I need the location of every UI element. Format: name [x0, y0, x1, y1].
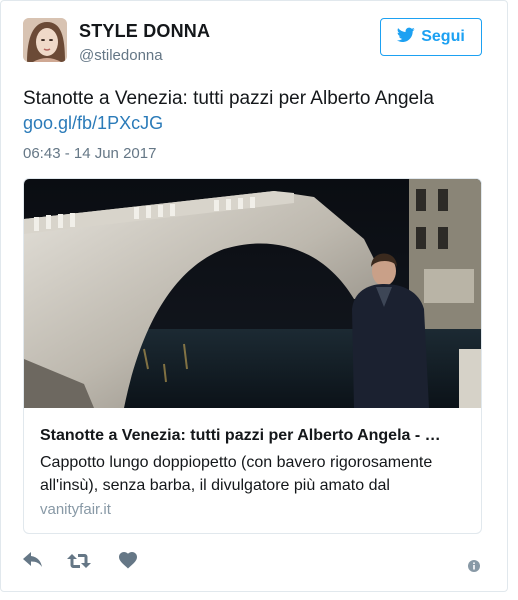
card-description: Cappotto lungo doppiopetto (con bavero r… — [40, 454, 433, 494]
like-icon[interactable] — [119, 552, 137, 569]
tweet-text: Stanotte a Venezia: tutti pazzi per Albe… — [23, 88, 434, 109]
retweet-icon[interactable] — [67, 552, 91, 570]
card-title: Stanotte a Venezia: tutti pazzi per Albe… — [40, 427, 441, 444]
twitter-bird-icon — [397, 27, 415, 48]
reply-icon[interactable] — [23, 552, 43, 570]
tweet-timestamp[interactable]: 06:43 - 14 Jun 2017 — [23, 145, 156, 162]
link-preview-card[interactable]: Stanotte a Venezia: tutti pazzi per Albe… — [23, 178, 482, 534]
author-name[interactable]: STYLE DONNA — [79, 21, 210, 42]
tweet-link[interactable]: goo.gl/fb/1PXcJG — [23, 113, 163, 134]
info-icon[interactable] — [468, 559, 480, 577]
card-image — [24, 179, 481, 408]
follow-button-label: Segui — [421, 28, 465, 45]
author-handle[interactable]: @stiledonna — [79, 47, 163, 64]
tweet-card: STYLE DONNA @stiledonna Segui Stanotte a… — [0, 0, 508, 592]
avatar[interactable] — [23, 18, 67, 62]
card-domain: vanityfair.it — [40, 501, 111, 518]
follow-button[interactable]: Segui — [380, 18, 482, 56]
